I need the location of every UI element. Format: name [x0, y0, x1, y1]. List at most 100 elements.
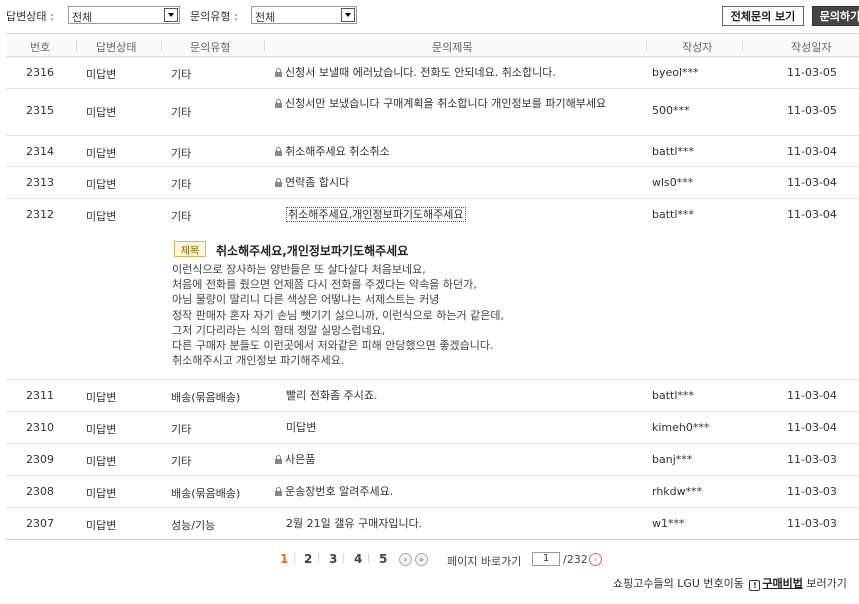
total-pages: /232 — [563, 553, 588, 566]
footer-text: 쇼핑고수들의 LGU 번호이동 — [613, 577, 744, 590]
row-author: 500*** — [652, 104, 690, 117]
page-link[interactable]: 2 — [304, 552, 312, 566]
row-number: 2316 — [26, 66, 54, 79]
row-title-text: 연락좀 합시다 — [285, 176, 350, 189]
row-author: battl*** — [652, 208, 694, 221]
row-status: 미답변 — [86, 455, 117, 468]
row-date: 11-03-03 — [787, 485, 837, 498]
last-page-icon[interactable]: » — [415, 553, 428, 566]
detail-line: 처음에 전화를 줬으면 언제쯤 다시 전화를 주겠다는 약속을 하던가, — [172, 278, 477, 292]
table-row[interactable]: 2315 미답변 기타 신청서만 보냈습니다 구매계획을 취소합니다 개인정보를… — [6, 89, 859, 136]
lock-icon — [275, 487, 282, 496]
goto-page-input[interactable]: 1 — [532, 552, 560, 566]
buying-tips-link[interactable]: 구매비법 — [762, 577, 802, 590]
row-type: 기타 — [171, 423, 192, 436]
lock-icon — [275, 99, 282, 108]
footer-text-after: 보러가기 — [806, 577, 847, 590]
row-type: 배송(묶음배송) — [171, 391, 241, 404]
table-row[interactable]: 2307 미답변 성능/기능 2월 21일 갤유 구매자입니다. w1*** 1… — [6, 508, 859, 540]
row-date: 11-03-05 — [787, 66, 837, 79]
inquiry-detail-panel: 제목 취소해주세요,개인정보파기도해주세요 이런식으로 장사하는 양반들은 또 … — [6, 231, 859, 380]
row-title-link[interactable]: 빨리 전화좀 주시죠. — [286, 389, 646, 403]
row-author: rhkdw*** — [652, 485, 703, 498]
row-title-link[interactable]: 사은품 — [274, 453, 634, 467]
next-page-icon[interactable]: › — [399, 553, 412, 566]
table-row[interactable]: 2314 미답변 기타 취소해주세요 취소취소 battl*** 11-03-0… — [6, 136, 859, 167]
row-title-text: 운송장번호 알려주세요. — [285, 485, 394, 498]
table-row[interactable]: 2313 미답변 기타 연락좀 합시다 wls0*** 11-03-04 — [6, 167, 859, 199]
table-row[interactable]: 2316 미답변 기타 신청서 보낼때 에러났습니다. 전화도 안되네요. 취소… — [6, 57, 859, 89]
row-title-link[interactable]: 취소해주세요,개인정보파기도해주세요 — [286, 207, 646, 222]
detail-line: 이런식으로 장사하는 양반들은 또 살다살다 처음보네요, — [172, 263, 426, 276]
row-number: 2309 — [26, 453, 54, 466]
lock-icon — [275, 455, 282, 464]
row-author: w1*** — [652, 517, 685, 530]
row-author: battl*** — [652, 145, 694, 158]
row-title-link[interactable]: 취소해주세요 취소취소 — [274, 145, 634, 159]
table-row[interactable]: 2310 미답변 기타 미답변 kimeh0*** 11-03-04 — [6, 412, 859, 444]
col-header-type: 문의유형 — [190, 41, 231, 54]
goto-page-button[interactable]: › — [589, 553, 602, 566]
row-status: 미답변 — [86, 210, 117, 223]
column-divider — [76, 40, 77, 51]
page-link-current[interactable]: 1 — [280, 552, 288, 566]
row-status: 미답변 — [86, 68, 117, 81]
row-author: battl*** — [652, 389, 694, 402]
title-badge: 제목 — [174, 241, 206, 257]
col-header-title: 문의제목 — [432, 41, 473, 54]
detail-line: 취소해주시고 개인정보 파기해주세요. — [172, 354, 345, 368]
column-divider — [161, 40, 162, 51]
chevron-down-icon[interactable] — [341, 8, 355, 22]
page-link[interactable]: 5 — [379, 552, 387, 566]
footer-promo: 쇼핑고수들의 LGU 번호이동 ! 구매비법 보러가기 — [613, 575, 847, 591]
table-row[interactable]: 2311 미답변 배송(묶음배송) 빨리 전화좀 주시죠. battl*** 1… — [6, 380, 859, 412]
row-type: 기타 — [171, 106, 192, 119]
row-title-link[interactable]: 미답변 — [286, 421, 646, 435]
row-status: 미답변 — [86, 106, 117, 119]
row-title-text: 취소해주세요 취소취소 — [285, 145, 390, 158]
type-filter-select[interactable]: 전체 — [251, 6, 357, 24]
row-title-link[interactable]: 연락좀 합시다 — [274, 176, 634, 190]
row-number: 2315 — [26, 104, 54, 117]
detail-title: 취소해주세요,개인정보파기도해주세요 — [216, 244, 409, 258]
chevron-down-icon[interactable] — [164, 8, 178, 22]
row-title-text: 미답변 — [286, 421, 317, 434]
row-date: 11-03-03 — [787, 517, 837, 530]
row-number: 2307 — [26, 517, 54, 530]
page-link[interactable]: 4 — [354, 552, 362, 566]
row-status: 미답변 — [86, 487, 117, 500]
page-link[interactable]: 3 — [329, 552, 337, 566]
row-type: 기타 — [171, 210, 192, 223]
table-row-expanded[interactable]: 2312 미답변 기타 취소해주세요,개인정보파기도해주세요 battl*** … — [6, 199, 859, 231]
row-status: 미답변 — [86, 178, 117, 191]
lock-icon — [275, 147, 282, 156]
page-separator: | — [342, 553, 346, 564]
ask-question-button[interactable]: 문의하기 — [812, 6, 859, 26]
column-divider — [264, 40, 265, 51]
col-header-author: 작성자 — [682, 41, 713, 54]
row-date: 11-03-04 — [787, 421, 837, 434]
row-date: 11-03-04 — [787, 176, 837, 189]
row-number: 2308 — [26, 485, 54, 498]
table-row[interactable]: 2308 미답변 배송(묶음배송) 운송장번호 알려주세요. rhkdw*** … — [6, 476, 859, 508]
row-author: banj*** — [652, 453, 693, 466]
row-date: 11-03-05 — [787, 104, 837, 117]
page-separator: | — [367, 553, 371, 564]
row-type: 기타 — [171, 68, 192, 81]
row-type: 기타 — [171, 178, 192, 191]
col-header-status: 답변상태 — [96, 41, 137, 54]
row-title-link[interactable]: 2월 21일 갤유 구매자입니다. — [286, 517, 646, 531]
col-header-no: 번호 — [30, 41, 51, 54]
row-title-link[interactable]: 신청서만 보냈습니다 구매계획을 취소합니다 개인정보를 파기해부세요 — [274, 97, 634, 111]
row-number: 2311 — [26, 389, 54, 402]
lock-icon — [275, 68, 282, 77]
row-type: 배송(묶음배송) — [171, 487, 241, 500]
row-title-link[interactable]: 운송장번호 알려주세요. — [274, 485, 634, 499]
info-icon: ! — [749, 580, 761, 591]
row-title-link[interactable]: 신청서 보낼때 에러났습니다. 전화도 안되네요. 취소합니다. — [274, 66, 634, 80]
view-all-inquiries-button[interactable]: 전체문의 보기 — [722, 6, 804, 26]
row-date: 11-03-03 — [787, 453, 837, 466]
table-row[interactable]: 2309 미답변 기타 사은품 banj*** 11-03-03 — [6, 444, 859, 476]
status-filter-select[interactable]: 전체 — [68, 6, 180, 24]
row-number: 2313 — [26, 176, 54, 189]
